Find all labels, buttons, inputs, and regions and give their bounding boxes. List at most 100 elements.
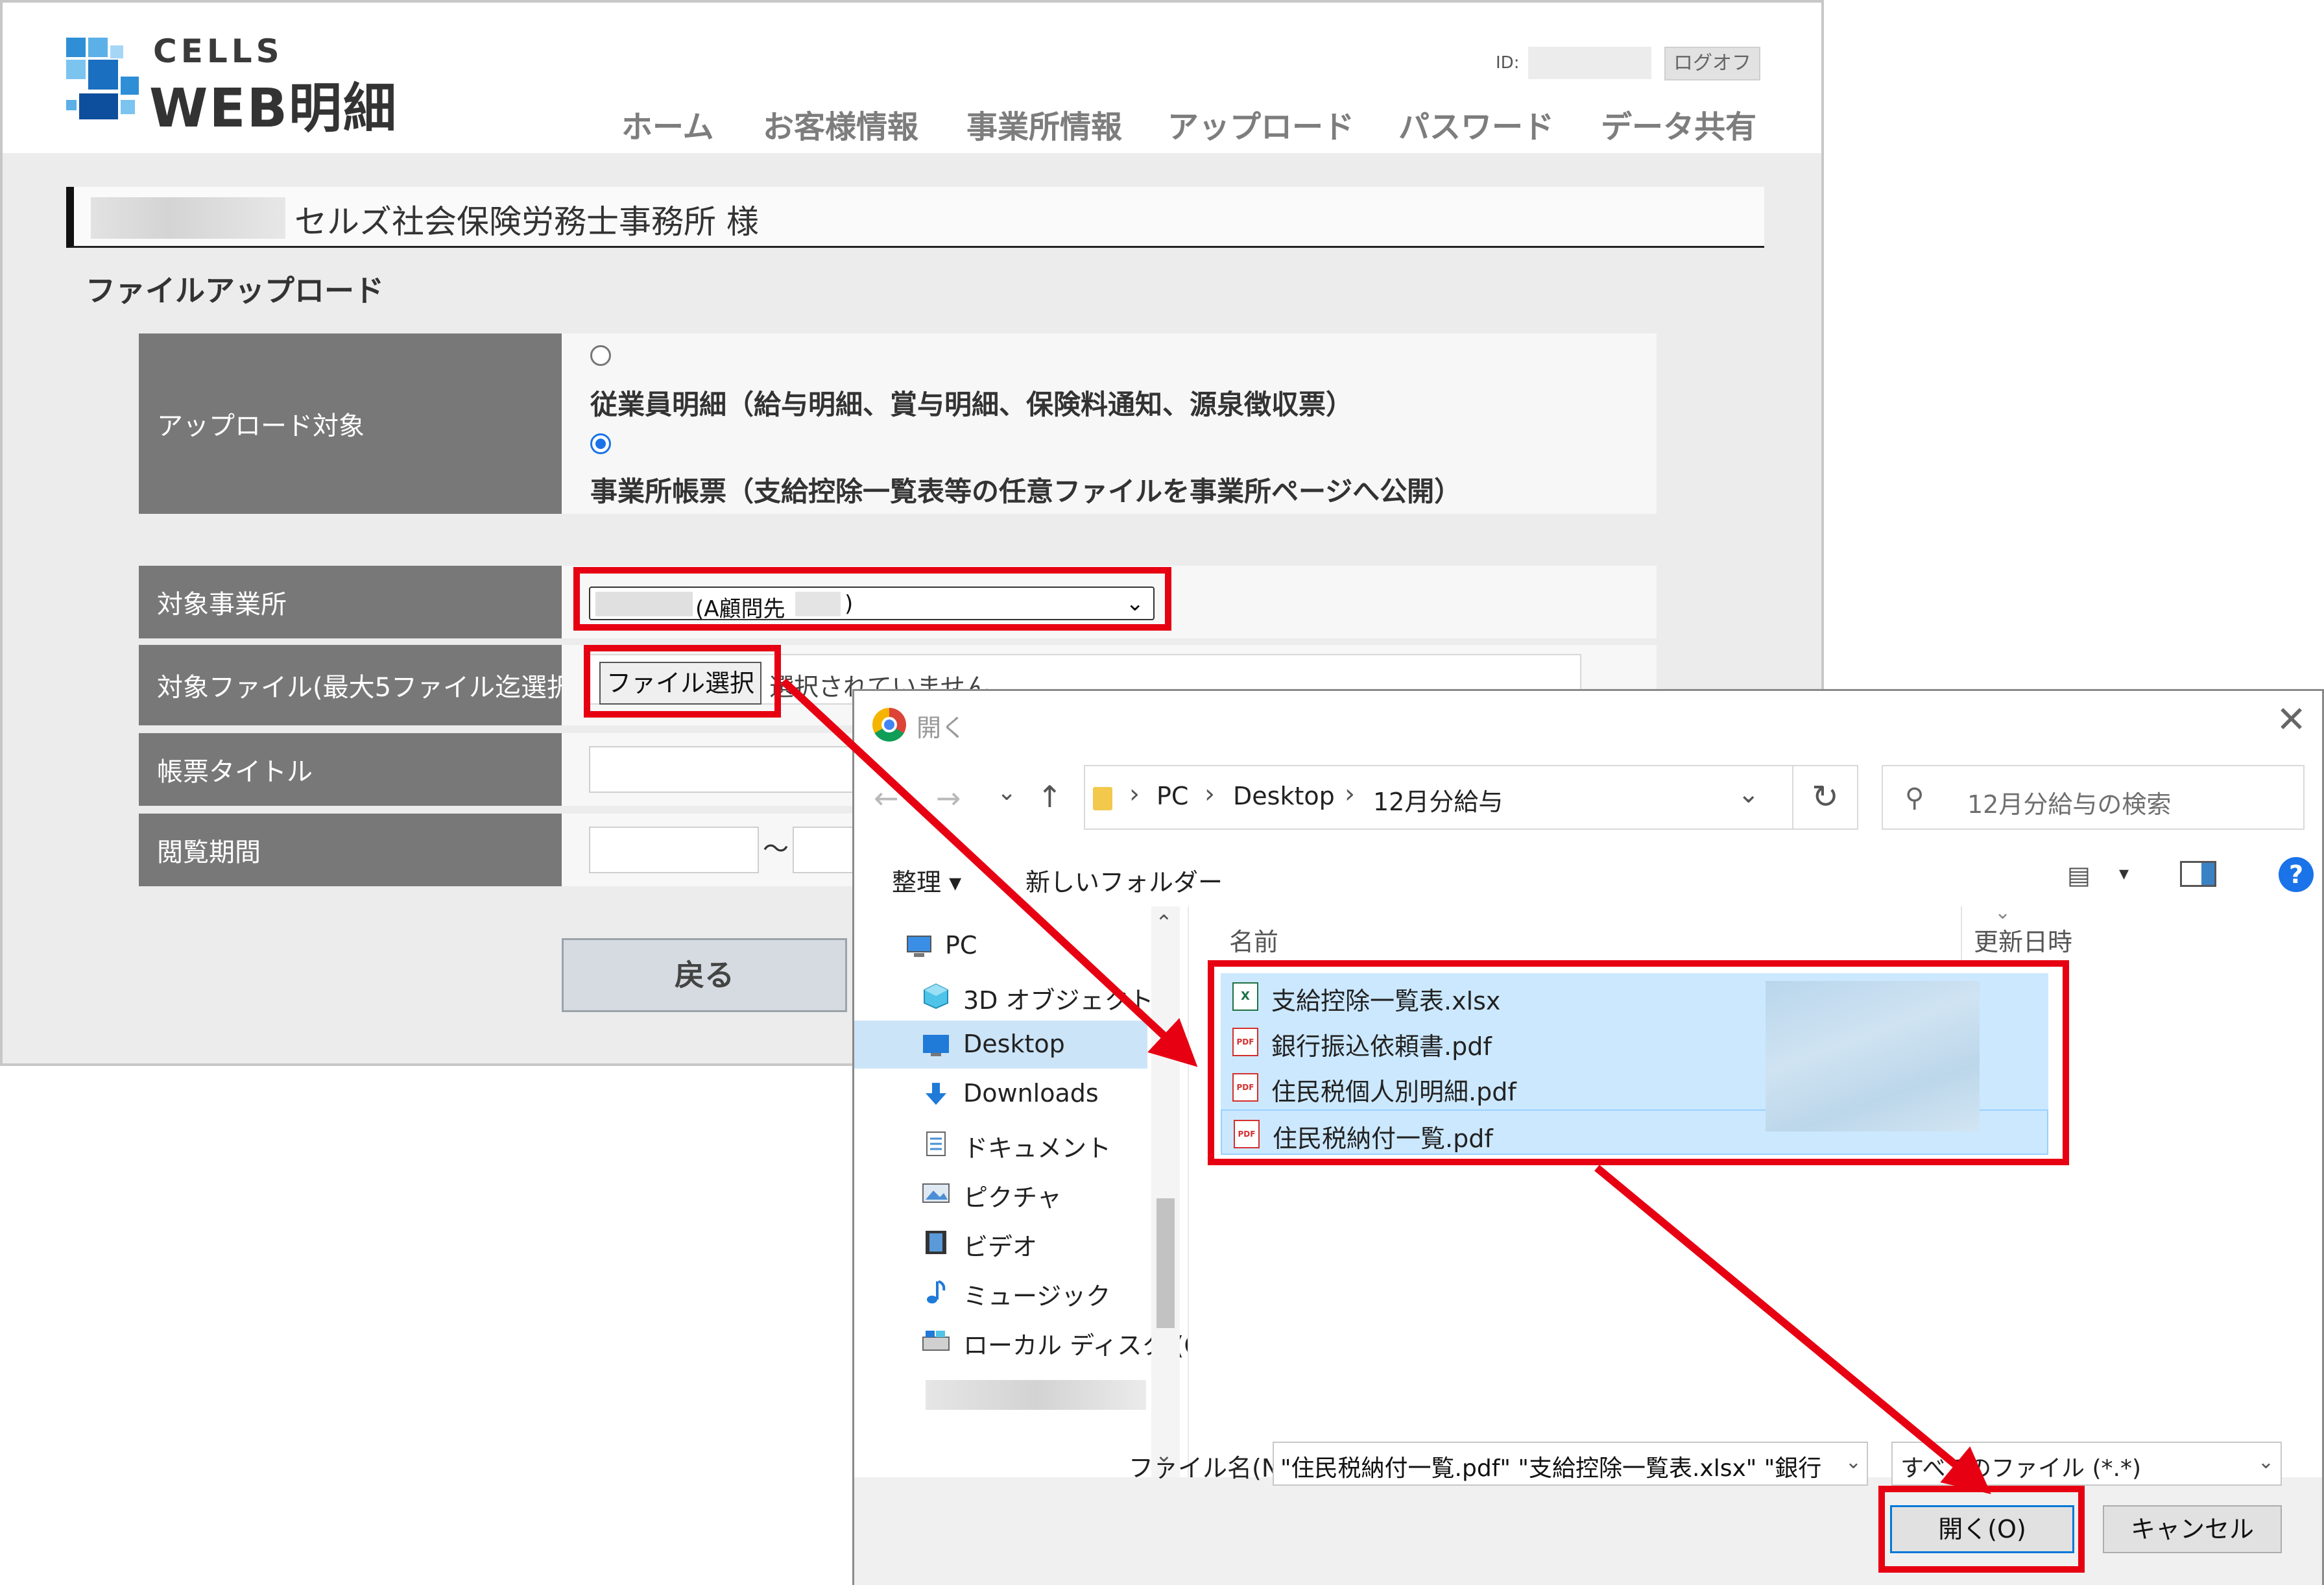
office-name-redacted [91, 197, 285, 239]
chrome-icon [872, 708, 906, 742]
nav-item-local-disk[interactable]: ローカル ディスク (C [854, 1316, 1201, 1364]
scroll-thumb[interactable] [1156, 1198, 1175, 1328]
breadcrumb-folder[interactable]: 12月分給与 [1373, 782, 1503, 817]
radio-employee[interactable] [590, 345, 611, 366]
annotation-box-files [1208, 960, 2069, 1165]
form-title-input[interactable] [589, 746, 861, 793]
column-modified-header[interactable]: 更新日時 [1974, 922, 2072, 958]
office-title-bar: セルズ社会保険労務士事務所 様 [66, 187, 1764, 248]
column-separator[interactable] [1961, 906, 1962, 962]
logoff-button[interactable]: ログオフ [1664, 47, 1760, 80]
nav-item-label: 3D オブジェクト [963, 986, 1154, 1015]
id-value-redacted [1528, 47, 1651, 79]
radio-employee-label: 従業員明細（給与明細、賞与明細、保険料通知、源泉徴収票） [590, 389, 1354, 420]
cells-logo-icon [66, 38, 139, 119]
dialog-title: 開く [916, 714, 966, 742]
search-box[interactable]: ⚲ 12月分給与の検索 [1882, 765, 2305, 830]
form-title-label: 帳票タイトル [139, 733, 562, 806]
filetype-dropdown-icon: ⌄ [2257, 1451, 2274, 1473]
nav-item-downloads[interactable]: Downloads [854, 1070, 1147, 1118]
nav-item-label: Desktop [963, 1030, 1065, 1058]
id-label: ID: [1496, 53, 1520, 73]
nav-item-desktop[interactable]: Desktop [854, 1021, 1147, 1069]
download-icon [926, 1083, 946, 1105]
nav-item-label: PC [945, 931, 977, 960]
picture-icon [922, 1183, 950, 1203]
nav-office-info[interactable]: 事業所情報 [966, 101, 1122, 147]
nav-item-label: ビデオ [963, 1233, 1038, 1261]
new-folder-button[interactable]: 新しいフォルダー [1025, 862, 1223, 898]
history-dropdown-icon[interactable]: ⌄ [997, 779, 1016, 806]
annotation-box-open-button [1878, 1486, 2085, 1573]
nav-item-music[interactable]: ミュージック [854, 1267, 1147, 1315]
annotation-box-file-button [584, 645, 781, 718]
refresh-icon[interactable]: ↻ [1793, 765, 1858, 830]
nav-item-redacted [926, 1380, 1146, 1410]
period-tilde: ～ [763, 834, 789, 864]
section-title: ファイルアップロード [86, 273, 384, 308]
nav-item-label: ドキュメント [963, 1134, 1112, 1163]
nav-item-pictures[interactable]: ピクチャ [854, 1168, 1147, 1216]
upload-target-label: アップロード対象 [139, 333, 562, 514]
scroll-up-icon[interactable]: ⌃ [1155, 910, 1173, 935]
column-name-header[interactable]: 名前 [1229, 922, 1278, 958]
nav-item-documents[interactable]: ドキュメント [854, 1119, 1147, 1167]
organize-button[interactable]: 整理 ▾ [892, 862, 961, 898]
target-office-label: 対象事業所 [139, 566, 562, 638]
nav-item-3d-objects[interactable]: 3D オブジェクト [854, 971, 1154, 1019]
search-icon: ⚲ [1905, 783, 1924, 813]
video-icon [926, 1231, 946, 1254]
up-arrow-icon[interactable]: ↑ [1037, 779, 1062, 814]
cube-icon [924, 983, 948, 1009]
disk-icon [922, 1331, 950, 1351]
breadcrumb-desktop[interactable]: Desktop [1233, 782, 1335, 810]
cancel-button[interactable]: キャンセル [2103, 1505, 2282, 1553]
forward-arrow-icon[interactable]: → [936, 780, 961, 816]
logo-main-text: WEB明細 [149, 78, 398, 139]
close-icon[interactable]: ✕ [2276, 699, 2306, 741]
radio-office-label: 事業所帳票（支給控除一覧表等の任意ファイルを事業所ページへ公開） [590, 476, 1462, 507]
period-start-input[interactable] [589, 827, 759, 873]
view-dropdown-icon[interactable]: ▾ [2119, 862, 2129, 885]
desktop-icon [923, 1035, 949, 1056]
filetype-select[interactable]: すべてのファイル (*.*) ⌄ [1891, 1442, 2282, 1486]
nav-upload[interactable]: アップロード [1168, 101, 1354, 147]
nav-item-label: ピクチャ [963, 1183, 1062, 1212]
preview-pane-icon[interactable] [2180, 861, 2216, 887]
back-arrow-icon[interactable]: ← [874, 780, 899, 816]
target-files-label: 対象ファイル(最大5ファイル迄選択) [139, 645, 583, 725]
breadcrumb-pc[interactable]: PC [1156, 782, 1188, 810]
address-dropdown-icon[interactable]: ⌄ [1738, 779, 1760, 809]
filename-dropdown-icon[interactable]: ⌄ [1845, 1451, 1862, 1473]
web-header: CELLS WEB明細 ID: ログオフ ホーム お客様情報 事業所情報 アップ… [3, 3, 1821, 153]
viewing-period-label: 閲覧期間 [139, 814, 562, 886]
period-end-input[interactable] [793, 827, 857, 873]
nav-customer-info[interactable]: お客様情報 [763, 101, 918, 147]
annotation-box-office [573, 567, 1171, 631]
nav-item-label: Downloads [963, 1079, 1099, 1107]
view-options-icon[interactable]: ▤ [2067, 861, 2090, 889]
back-button[interactable]: 戻る [562, 938, 847, 1012]
nav-item-label: ミュージック [963, 1282, 1111, 1311]
nav-password[interactable]: パスワード [1398, 101, 1554, 147]
dialog-bottom-area [854, 1477, 2322, 1585]
dialog-titlebar: 開く ✕ [854, 691, 2322, 760]
navigation-scrollbar[interactable]: ⌃ ⌄ [1151, 906, 1180, 1477]
search-placeholder: 12月分給与の検索 [1967, 790, 2172, 819]
document-icon [926, 1131, 946, 1156]
breadcrumb-separator: › [1204, 779, 1215, 809]
sort-caret-icon: ⌄ [1995, 901, 2011, 924]
breadcrumb-separator: › [1129, 779, 1140, 809]
filename-value: "住民税納付一覧.pdf" "支給控除一覧表.xlsx" "銀行 [1280, 1455, 1822, 1482]
nav-item-videos[interactable]: ビデオ [854, 1218, 1147, 1266]
filename-input[interactable]: "住民税納付一覧.pdf" "支給控除一覧表.xlsx" "銀行 ⌄ [1273, 1442, 1868, 1486]
nav-item-pc[interactable]: PC [854, 922, 1147, 970]
breadcrumb-separator: › [1345, 779, 1355, 809]
radio-office[interactable] [590, 433, 611, 454]
filetype-value: すべてのファイル (*.*) [1900, 1455, 2142, 1482]
help-icon[interactable]: ? [2279, 857, 2314, 892]
pc-icon [907, 936, 931, 957]
office-title: セルズ社会保険労務士事務所 様 [294, 203, 759, 241]
nav-home[interactable]: ホーム [621, 101, 714, 147]
nav-data-share[interactable]: データ共有 [1601, 101, 1756, 147]
